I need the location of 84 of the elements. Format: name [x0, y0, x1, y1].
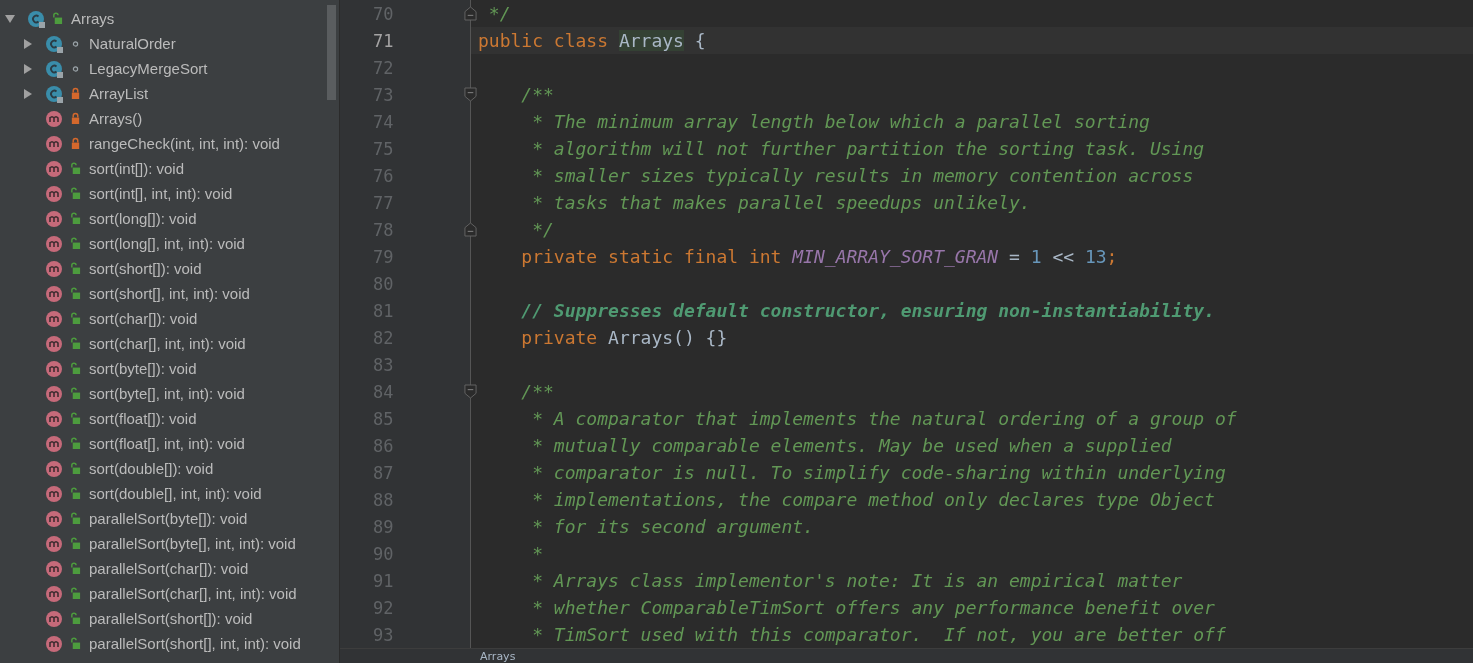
code-line: * smaller sizes typically results in memory contention across [531, 165, 1194, 186]
tree-item[interactable]: parallelSort(char[]): void [0, 556, 339, 581]
method-icon [44, 183, 64, 204]
tree-item[interactable]: sort(double[], int, int): void [0, 481, 339, 506]
code-line: * A comparator that implements the natural ordering of a group of [531, 408, 1237, 429]
method-icon [44, 408, 64, 429]
code-line: /** [520, 84, 554, 105]
code-line: * comparator is null. To simplify code-sharing within underlying [531, 462, 1226, 483]
method-icon [44, 308, 64, 329]
code-line: private static final int MIN_ARRAY_SORT_GRAN = 1 << 13; [520, 246, 1118, 267]
tree-item[interactable]: sort(long[]): void [0, 206, 339, 231]
method-icon [44, 458, 64, 479]
tree-item[interactable]: sort(double[]): void [0, 456, 339, 481]
tree-item[interactable]: parallelSort(short[], int, int): void [0, 631, 339, 656]
tree-item[interactable]: sort(short[]): void [0, 256, 339, 281]
method-icon [44, 158, 64, 179]
code-line: */ [531, 219, 554, 240]
code-line: * The minimum array length below which a parallel sorting [531, 111, 1150, 132]
method-icon [44, 258, 64, 279]
tree-item[interactable]: Arrays() [0, 106, 339, 131]
tree-item[interactable]: ArrayList [0, 81, 339, 106]
method-icon [44, 483, 64, 504]
tree-item[interactable]: sort(int[]): void [0, 156, 339, 181]
code-line: * mutually comparable elements. May be used when a supplied [531, 435, 1172, 456]
tree-item[interactable]: sort(long[], int, int): void [0, 231, 339, 256]
fold-icon[interactable] [464, 222, 477, 237]
fold-icon[interactable] [464, 87, 477, 102]
method-icon [44, 608, 64, 629]
code-line: * algorithm will not further partition the sorting task. Using [531, 138, 1205, 159]
tree-item[interactable]: sort(char[]): void [0, 306, 339, 331]
expand-arrow-icon[interactable] [22, 62, 34, 75]
method-icon [44, 633, 64, 654]
code-line: * Arrays class implementor's note: It is an empirical matter [531, 570, 1183, 591]
method-icon [44, 433, 64, 454]
method-icon [44, 108, 64, 129]
tree-item[interactable]: NaturalOrder [0, 31, 339, 56]
method-icon [44, 133, 64, 154]
scrollbar-thumb[interactable] [327, 5, 336, 100]
tree-item[interactable]: parallelSort(byte[]): void [0, 506, 339, 531]
code-line: * tasks that makes parallel speedups unlikely. [531, 192, 1031, 213]
method-icon [44, 333, 64, 354]
tree-item[interactable]: sort(float[]): void [0, 406, 339, 431]
code-line: private Arrays() {} [520, 327, 728, 348]
tree-item[interactable]: sort(float[], int, int): void [0, 431, 339, 456]
method-icon [44, 383, 64, 404]
method-icon [44, 233, 64, 254]
code-line: // Suppresses default constructor, ensuring non-instantiability. [520, 300, 1215, 321]
code-line: */ [487, 3, 511, 24]
tree-item[interactable]: sort(char[], int, int): void [0, 331, 339, 356]
expand-arrow-icon[interactable] [22, 37, 34, 50]
code-line: * [531, 543, 544, 564]
code-line: public class Arrays { [478, 30, 706, 51]
method-icon [44, 283, 64, 304]
breadcrumb[interactable]: Arrays [480, 649, 516, 663]
tree-item[interactable]: sort(int[], int, int): void [0, 181, 339, 206]
method-icon [44, 558, 64, 579]
fold-icon[interactable] [464, 6, 477, 21]
code-line: * implementations, the compare method only declares type Object [531, 489, 1215, 510]
tree-item[interactable]: Arrays [0, 6, 339, 31]
tree-item[interactable]: parallelSort(byte[], int, int): void [0, 531, 339, 556]
tree-item[interactable]: sort(short[], int, int): void [0, 281, 339, 306]
method-icon [44, 208, 64, 229]
tree-item[interactable]: LegacyMergeSort [0, 56, 339, 81]
line-number: 71 [372, 30, 394, 51]
tree-item[interactable]: parallelSort(short[]): void [0, 606, 339, 631]
code-line: * whether ComparableTimSort offers any performance benefit over [531, 597, 1215, 618]
code-line: * for its second argument. [531, 516, 814, 537]
fold-icon[interactable] [464, 384, 477, 399]
collapse-arrow-icon[interactable] [4, 12, 16, 25]
method-icon [44, 533, 64, 554]
tree-item[interactable]: sort(byte[]): void [0, 356, 339, 381]
tree-item[interactable]: rangeCheck(int, int, int): void [0, 131, 339, 156]
method-icon [44, 358, 64, 379]
method-icon [44, 508, 64, 529]
code-line: /** [520, 381, 554, 402]
class-icon [44, 33, 64, 54]
tree-item[interactable]: parallelSort(char[], int, int): void [0, 581, 339, 606]
class-icon [44, 58, 64, 79]
class-icon [26, 8, 46, 29]
tree-item[interactable]: sort(byte[], int, int): void [0, 381, 339, 406]
code-line: * TimSort used with this comparator. If not, you are better off [531, 624, 1226, 645]
class-icon [44, 83, 64, 104]
expand-arrow-icon[interactable] [22, 87, 34, 100]
method-icon [44, 583, 64, 604]
